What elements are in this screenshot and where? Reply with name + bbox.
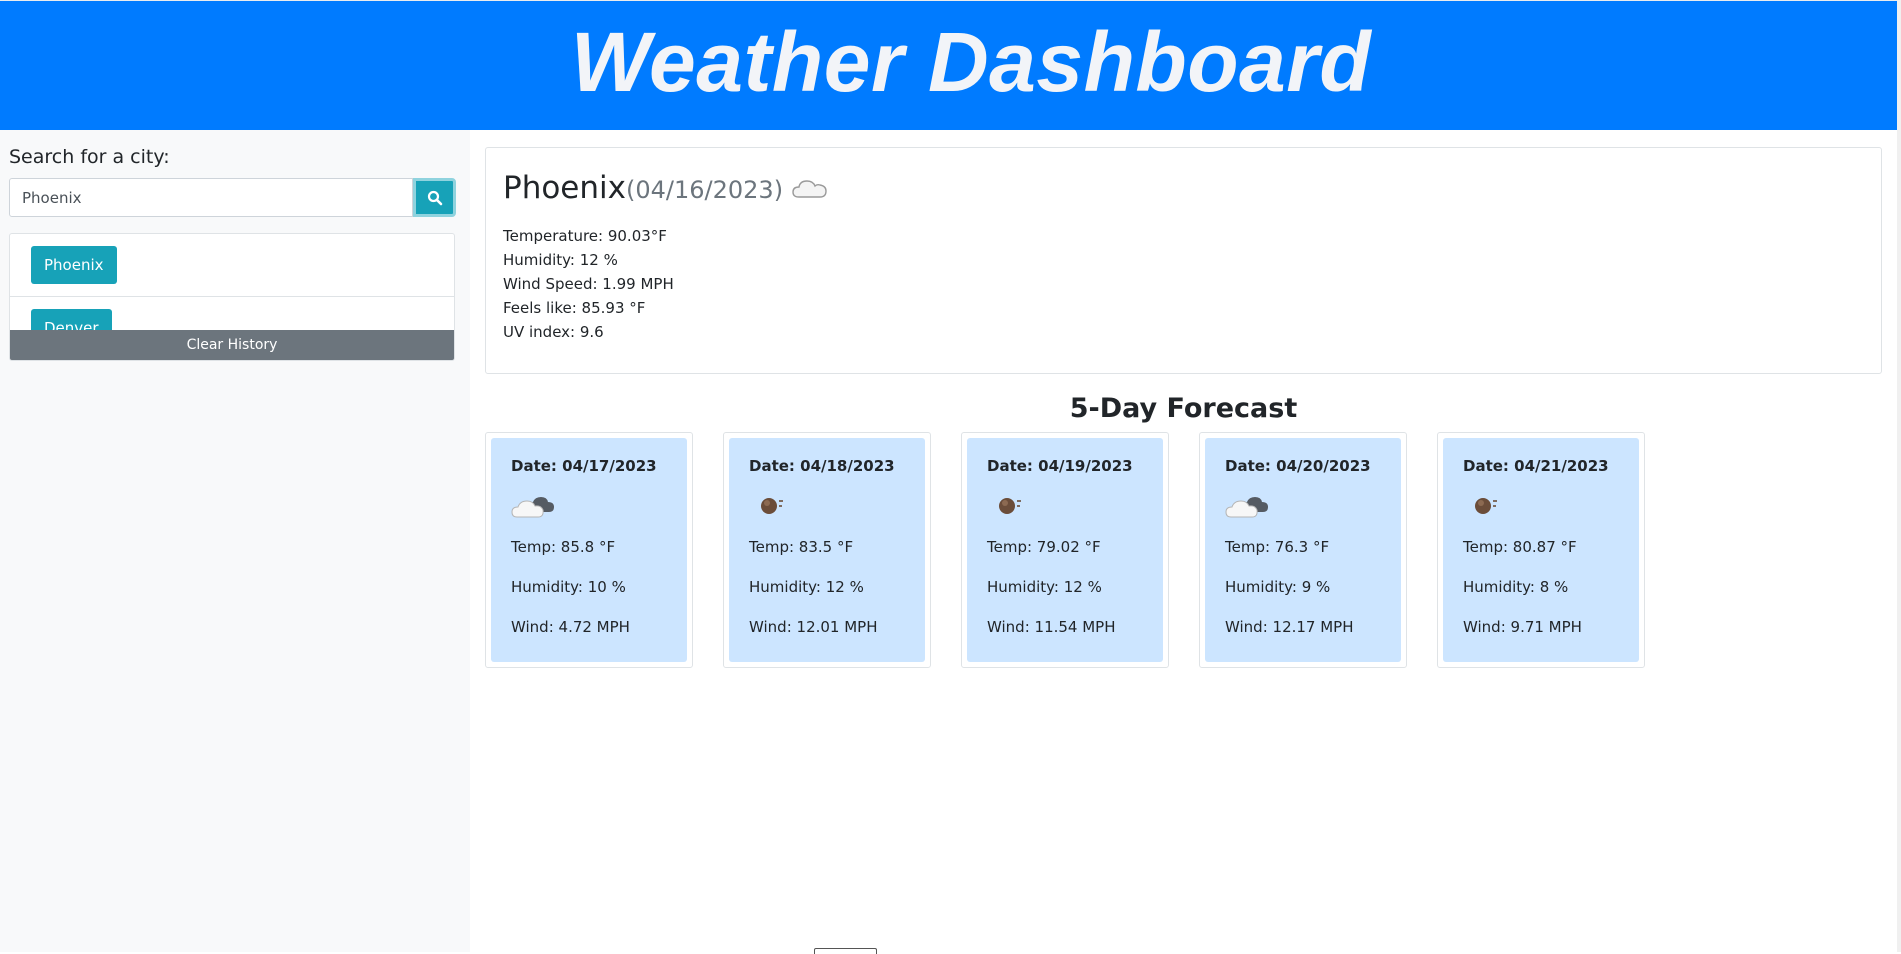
current-humidity: Humidity: 12 % xyxy=(503,251,618,269)
history-city-button[interactable]: Phoenix xyxy=(31,246,117,284)
current-city-name: Phoenix xyxy=(503,170,626,206)
forecast-temp: Temp: 83.5 °F xyxy=(749,538,854,556)
current-weather-card: Phoenix (04/16/2023) Temperature: 90.03°… xyxy=(485,147,1882,374)
forecast-date: Date: 04/17/2023 xyxy=(511,457,657,475)
dust-icon xyxy=(1475,498,1497,514)
sidebar: Search for a city: Phoenix Denver Clear … xyxy=(0,130,470,952)
night-cloud-icon xyxy=(511,497,554,518)
forecast-wind: Wind: 4.72 MPH xyxy=(511,618,630,636)
bottom-tab-outline xyxy=(814,948,877,954)
search-button[interactable] xyxy=(413,178,456,217)
current-feels-like: Feels like: 85.93 °F xyxy=(503,299,646,317)
page-title: Weather Dashboard xyxy=(570,15,1372,109)
current-weather-details: Temperature: 90.03°F Humidity: 12 % Wind… xyxy=(503,224,674,344)
current-weather-title: Phoenix (04/16/2023) xyxy=(503,170,829,206)
forecast-temp: Temp: 85.8 °F xyxy=(511,538,616,556)
forecast-title: 5-Day Forecast xyxy=(1069,393,1298,424)
page-header: Weather Dashboard xyxy=(0,0,1897,130)
forecast-wind: Wind: 9.71 MPH xyxy=(1463,618,1582,636)
forecast-humidity: Humidity: 12 % xyxy=(987,578,1102,596)
forecast-date: Date: 04/21/2023 xyxy=(1463,457,1609,475)
forecast-date: Date: 04/20/2023 xyxy=(1225,457,1371,475)
search-history: Phoenix Denver Clear History xyxy=(9,233,455,361)
night-cloud-icon xyxy=(1225,497,1268,518)
forecast-date: Date: 04/19/2023 xyxy=(987,457,1133,475)
clear-history-button[interactable]: Clear History xyxy=(10,330,454,360)
search-input[interactable] xyxy=(9,178,413,217)
forecast-humidity: Humidity: 12 % xyxy=(749,578,864,596)
forecast-wind: Wind: 12.17 MPH xyxy=(1225,618,1354,636)
forecast-temp: Temp: 80.87 °F xyxy=(1463,538,1577,556)
forecast-temp: Temp: 76.3 °F xyxy=(1225,538,1330,556)
forecast-wind: Wind: 12.01 MPH xyxy=(749,618,878,636)
cloud-icon xyxy=(792,180,827,198)
current-date: (04/16/2023) xyxy=(626,176,784,204)
current-temperature: Temperature: 90.03°F xyxy=(503,227,667,245)
forecast-card: Date: 04/17/2023 Temp: 85.8 °F Humidity:… xyxy=(485,432,693,668)
scrollbar[interactable] xyxy=(1897,0,1901,952)
forecast-wind: Wind: 11.54 MPH xyxy=(987,618,1116,636)
forecast-humidity: Humidity: 8 % xyxy=(1463,578,1569,596)
forecast-humidity: Humidity: 9 % xyxy=(1225,578,1331,596)
forecast-card: Date: 04/19/2023 Temp: 79.02 °F Humidity… xyxy=(961,432,1169,668)
forecast-date: Date: 04/18/2023 xyxy=(749,457,895,475)
dust-icon xyxy=(999,498,1021,514)
forecast-humidity: Humidity: 10 % xyxy=(511,578,626,596)
current-wind-speed: Wind Speed: 1.99 MPH xyxy=(503,275,674,293)
current-uv-index: UV index: 9.6 xyxy=(503,323,604,341)
forecast-card: Date: 04/18/2023 Temp: 83.5 °F Humidity:… xyxy=(723,432,931,668)
search-label: Search for a city: xyxy=(9,146,170,168)
history-item: Phoenix xyxy=(10,234,454,297)
forecast-card: Date: 04/20/2023 Temp: 76.3 °F Humidity:… xyxy=(1199,432,1407,668)
forecast-card: Date: 04/21/2023 Temp: 80.87 °F Humidity… xyxy=(1437,432,1645,668)
forecast-temp: Temp: 79.02 °F xyxy=(987,538,1101,556)
dust-icon xyxy=(761,498,783,514)
search-icon xyxy=(427,190,442,205)
